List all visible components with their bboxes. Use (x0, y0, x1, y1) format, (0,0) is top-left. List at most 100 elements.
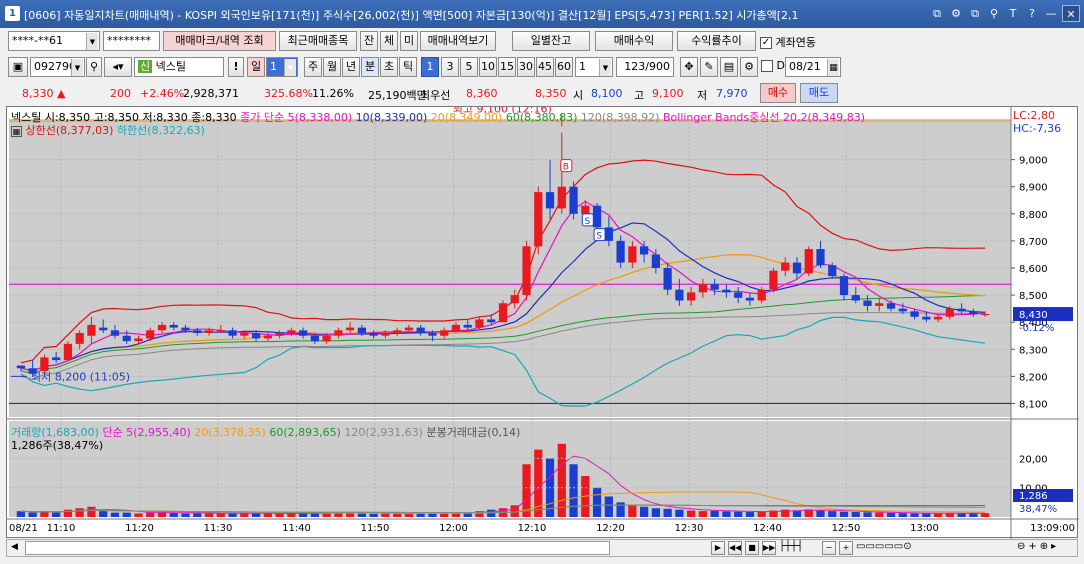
password-field[interactable]: ******** (103, 31, 160, 51)
screen-tools-icon[interactable]: ▭▭▭▭▭⊙ (856, 541, 912, 555)
period-minute[interactable]: 분 (361, 57, 379, 77)
zoom-out-icon[interactable]: − (822, 541, 836, 555)
alert-icon[interactable]: ! (228, 57, 244, 77)
chevron-down-icon[interactable]: ▼ (86, 33, 98, 50)
tools-icon[interactable]: ✥ (680, 57, 698, 77)
candle-body (981, 314, 990, 316)
app-icon[interactable]: 1 (5, 6, 20, 21)
layout-icon[interactable]: ▣ (8, 57, 28, 77)
minimize-icon[interactable]: — (1043, 5, 1059, 22)
date-check[interactable]: D (761, 59, 785, 72)
date-input[interactable]: 08/21 ▦ (785, 57, 841, 77)
stop-icon[interactable]: ■ (745, 541, 759, 555)
legend-ma60: 60(8,380,83) (505, 111, 578, 124)
candle-body (146, 330, 155, 339)
balance-button[interactable]: 잔 (360, 31, 378, 51)
price-chart[interactable]: 9,0008,9008,8008,7008,6008,5008,4008,300… (7, 103, 1079, 539)
minute-10[interactable]: 10 (479, 57, 497, 77)
hc-label: HC:-7,36 (1013, 122, 1062, 135)
trade-history-button[interactable]: 매매내역보기 (420, 31, 496, 51)
volume-bar (922, 513, 931, 517)
zoom-buttons[interactable]: ⊖+⊕▸ (1017, 541, 1059, 552)
checkbox-icon[interactable]: ✓ (760, 37, 772, 49)
trade-profit-button[interactable]: 매매수익 (595, 31, 673, 51)
checkbox-icon[interactable] (761, 60, 773, 72)
chart-scrollbar[interactable]: ◀ ▶ ◀◀ ■ ▶▶ ├┼┼┤ − + ▭▭▭▭▭⊙ ⊖+⊕▸ (6, 539, 1078, 557)
unfilled-button[interactable]: 미 (400, 31, 418, 51)
count-select[interactable]: 1 ▼ (575, 57, 613, 77)
recent-trades-button[interactable]: 최근매매종목 (279, 31, 357, 51)
chevron-down-icon[interactable]: ▼ (71, 59, 83, 76)
minute-15[interactable]: 15 (498, 57, 516, 77)
scroll-thumb[interactable] (25, 541, 610, 555)
sound-icon[interactable]: ◂▾ (104, 57, 132, 77)
window-title: [0606] 자동일지차트(매매내역) - KOSPI 외국인보유[171(천)… (24, 9, 799, 22)
volume-bar (193, 513, 202, 517)
forward-icon[interactable]: ▶▶ (762, 541, 776, 555)
price-change: 200 (110, 87, 131, 100)
calendar-icon[interactable]: ▦ (827, 59, 839, 76)
volume-bar (569, 464, 578, 517)
copy-icon[interactable]: ⧉ (967, 5, 983, 22)
account-link-checkbox[interactable]: ✓ 계좌연동 (760, 34, 816, 50)
code-input[interactable]: 092790 ▼ (30, 57, 85, 77)
trade-mark-button[interactable]: 매매마크/내역 조회 (163, 31, 276, 51)
volume-bar (134, 513, 143, 517)
period-tick[interactable]: 틱 (399, 57, 417, 77)
buy-button[interactable]: 매수 (760, 83, 796, 103)
calendar-icon[interactable]: ▦ (11, 125, 22, 137)
settings-icon[interactable]: ⚙ (948, 5, 964, 22)
save-icon[interactable]: ▤ (720, 57, 738, 77)
minute-30[interactable]: 30 (517, 57, 535, 77)
draw-icon[interactable]: ✎ (700, 57, 718, 77)
candle-body (463, 324, 472, 328)
chevron-down-icon[interactable]: ▼ (284, 59, 296, 76)
code-value: 092790 (34, 60, 76, 73)
search-icon[interactable]: ⚲ (86, 57, 102, 77)
period-day[interactable]: 일 (247, 57, 265, 77)
volume-bar (698, 511, 708, 517)
date-check-label: D (776, 59, 785, 72)
minute-3[interactable]: 3 (441, 57, 459, 77)
period-week[interactable]: 주 (304, 57, 322, 77)
scroll-left-icon[interactable]: ◀ (11, 542, 18, 552)
zoom-slider-icon[interactable]: ├┼┼┤ (779, 541, 819, 555)
search-icon[interactable]: ⚲ (986, 5, 1002, 22)
legend-second: ▦ 상한선(8,377,03) 하한선(8,322,63) (11, 122, 205, 138)
text-icon[interactable]: T (1005, 5, 1021, 22)
minute-1[interactable]: 1 (421, 57, 439, 77)
period-second[interactable]: 초 (380, 57, 398, 77)
open-label: 시 (573, 89, 584, 102)
restore-icon[interactable]: ⧉ (929, 5, 945, 22)
count-input[interactable]: 123/900 (616, 57, 674, 77)
help-icon[interactable]: ? (1024, 5, 1040, 22)
daily-balance-button[interactable]: 일별잔고 (512, 31, 590, 51)
volume-bar (816, 510, 825, 517)
period-day-select[interactable]: 1 ▼ (266, 57, 298, 77)
volume-bar (557, 443, 566, 517)
minute-5[interactable]: 5 (460, 57, 478, 77)
close-icon[interactable]: ✕ (1062, 5, 1080, 22)
minute-45[interactable]: 45 (536, 57, 554, 77)
sell-button[interactable]: 매도 (800, 83, 838, 103)
chart-area[interactable]: 9,000 8,900 8,800 8,700 8,600 8,500 8,400 8,300… (6, 103, 1079, 539)
stock-name-field[interactable]: 신 넥스틸 (134, 57, 224, 77)
candle-body (263, 335, 272, 339)
rewind-icon[interactable]: ◀◀ (728, 541, 742, 555)
period-year[interactable]: 년 (342, 57, 360, 77)
chevron-down-icon[interactable]: ▼ (599, 59, 611, 76)
gear-icon[interactable]: ⚙ (740, 57, 758, 77)
zoom-in-icon[interactable]: + (839, 541, 853, 555)
period-month[interactable]: 월 (323, 57, 341, 77)
volume-bar (710, 510, 719, 517)
candle-body (675, 289, 684, 301)
minute-60[interactable]: 60 (555, 57, 573, 77)
vol-tick-label: 20,00 (1019, 454, 1048, 465)
return-trend-button[interactable]: 수익률추이 (677, 31, 756, 51)
filled-button[interactable]: 체 (380, 31, 398, 51)
play-icon[interactable]: ▶ (711, 541, 725, 555)
account-select[interactable]: ****-**61 ▼ (8, 31, 100, 51)
volume-bar (734, 511, 743, 517)
x-tick-label: 12:50 (832, 523, 861, 534)
low-price: 7,970 (716, 87, 748, 100)
